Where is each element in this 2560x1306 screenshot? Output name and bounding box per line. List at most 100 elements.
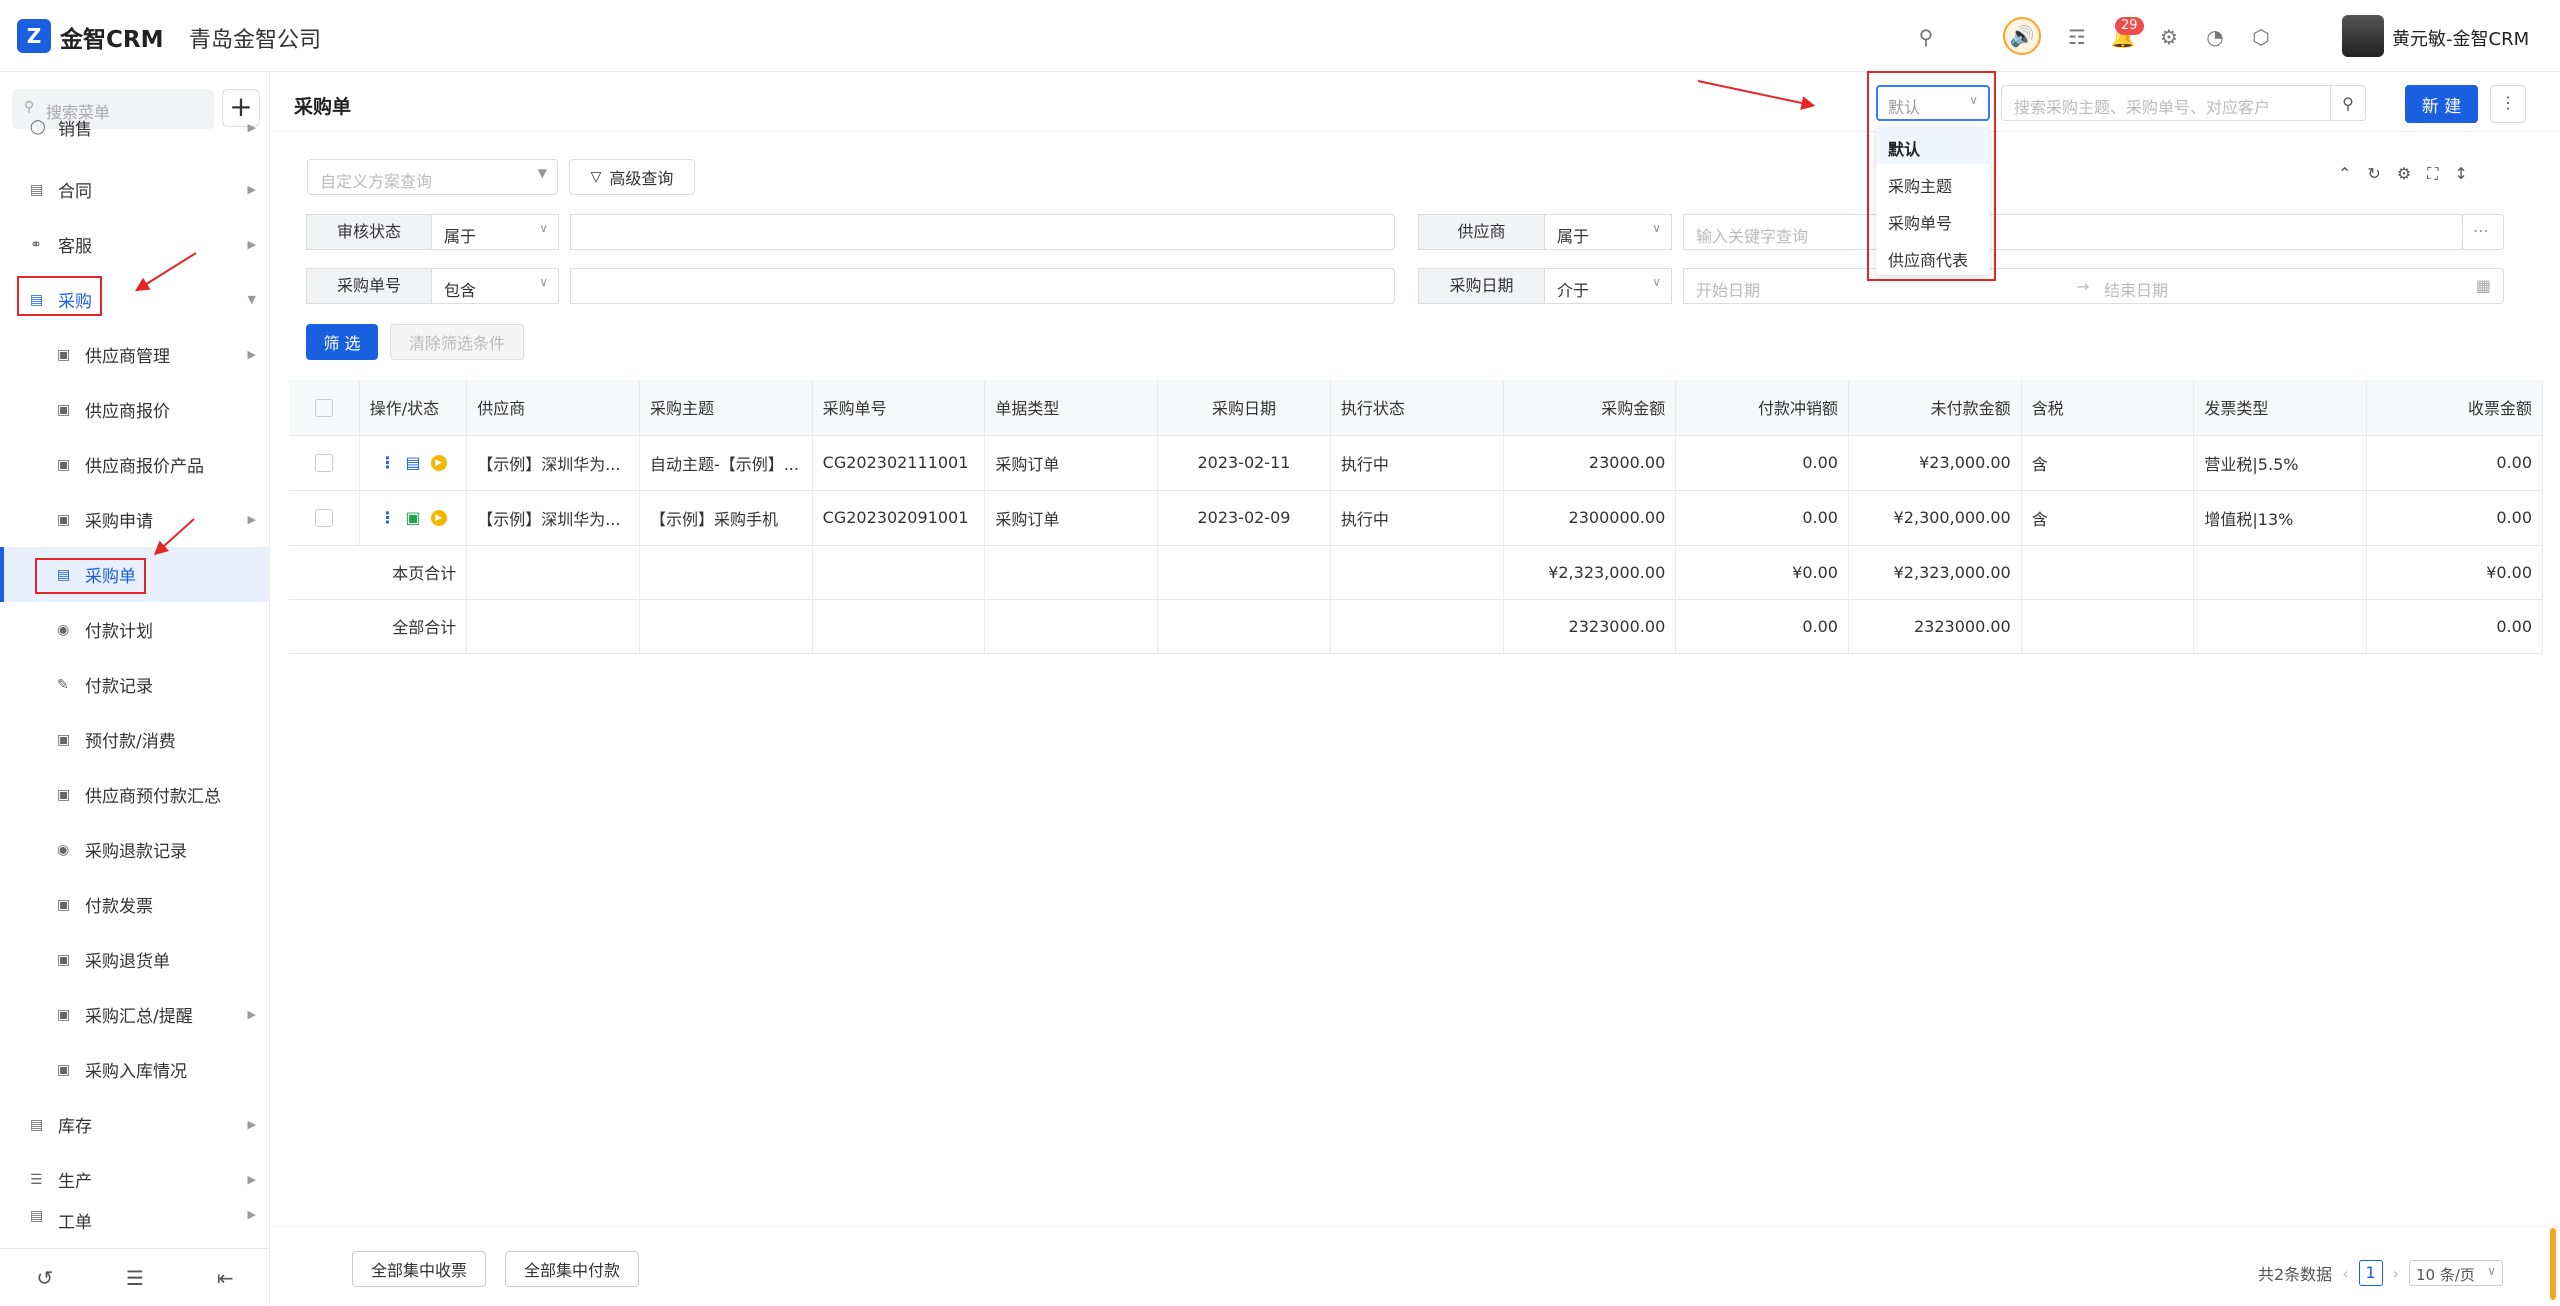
- sales-icon: ◯: [30, 119, 46, 135]
- sidebar-item-payment-plan[interactable]: ◉ 付款计划: [0, 602, 270, 657]
- supplier-link[interactable]: 【示例】深圳华为...: [466, 490, 640, 546]
- chevron-right-icon: ▶: [247, 238, 256, 251]
- avatar[interactable]: [2342, 15, 2384, 57]
- sidebar-item-return-order[interactable]: ▣ 采购退货单: [0, 932, 270, 987]
- speaker-icon[interactable]: 🔊: [2003, 17, 2041, 55]
- fullscreen-icon[interactable]: ⛶: [2427, 164, 2438, 184]
- filter-op-supplier[interactable]: 属于 ∨: [1544, 214, 1672, 250]
- edit-icon: ✎: [57, 676, 69, 693]
- sidebar-item-inventory[interactable]: ▤ 库存 ▶: [0, 1097, 270, 1152]
- sidebar-item-workorder[interactable]: ▤ 工单 ▶: [0, 1208, 270, 1234]
- history-icon[interactable]: ↺: [36, 1266, 53, 1290]
- operation-cell: ⋮ ▤ ▶: [359, 435, 468, 491]
- sidebar-item-payment-invoice[interactable]: ▣ 付款发票: [0, 877, 270, 932]
- contacts-icon[interactable]: ☶: [2064, 24, 2090, 50]
- date-range-input[interactable]: 开始日期 → 结束日期 ▦: [1683, 268, 2504, 304]
- row-checkbox[interactable]: [289, 490, 360, 546]
- table-row[interactable]: ⋮ ▤ ▶ 【示例】深圳华为... 自动主题-【示例】... CG202302111…: [289, 435, 2543, 491]
- col-invoice-type[interactable]: 发票类型: [2193, 380, 2368, 436]
- pie-chart-icon[interactable]: ◔: [2202, 24, 2228, 50]
- scheme-select[interactable]: 自定义方案查询 ▼: [307, 159, 558, 195]
- gear-icon[interactable]: ⚙: [2156, 24, 2182, 50]
- all-total-label: 全部合计: [289, 599, 468, 654]
- sidebar-item-production[interactable]: ☰ 生产 ▶: [0, 1152, 270, 1207]
- col-doc-type[interactable]: 单据类型: [984, 380, 1159, 436]
- filter-value-order-no[interactable]: [570, 268, 1395, 304]
- page-size-select[interactable]: 10 条/页 ∨: [2409, 1260, 2503, 1286]
- table-row[interactable]: ⋮ ▣ ▶ 【示例】深圳华为... 【示例】采购手机 CG202302091001 …: [289, 490, 2543, 546]
- logo-icon: Z: [17, 19, 51, 53]
- summary-icon: ▣: [57, 786, 71, 803]
- col-tax[interactable]: 含税: [2021, 380, 2195, 436]
- play-icon[interactable]: ▶: [430, 454, 447, 471]
- col-amount[interactable]: 采购金额: [1503, 380, 1677, 436]
- play-icon[interactable]: ▶: [430, 509, 447, 526]
- app-name: 金智CRM: [60, 27, 164, 53]
- sidebar-item-supplier-quote[interactable]: ▣ 供应商报价: [0, 382, 270, 437]
- col-offset[interactable]: 付款冲销额: [1675, 380, 1849, 436]
- filter-value-supplier[interactable]: 输入关键字查询: [1683, 214, 2463, 250]
- collapse-icon[interactable]: ⌃: [2338, 164, 2351, 184]
- filter-op-purchase-date[interactable]: 介于 ∨: [1544, 268, 1672, 304]
- sidebar-item-supplier-quote-product[interactable]: ▣ 供应商报价产品: [0, 437, 270, 492]
- filter-op-value: 属于: [1557, 227, 1590, 246]
- user-name[interactable]: 黄元敏-金智CRM: [2392, 25, 2529, 51]
- sidebar-item-purchase-summary[interactable]: ▣ 采购汇总/提醒 ▶: [0, 987, 270, 1042]
- sidebar-item-refund-record[interactable]: ◉ 采购退款记录: [0, 822, 270, 877]
- filter-op-order-no[interactable]: 包含 ∨: [431, 268, 559, 304]
- more-vertical-icon[interactable]: ⋮: [379, 508, 395, 527]
- clear-filter-button[interactable]: 清除筛选条件: [390, 324, 524, 360]
- height-icon[interactable]: ↕: [2454, 164, 2467, 184]
- col-received[interactable]: 收票金额: [2366, 380, 2543, 436]
- select-all-checkbox[interactable]: [289, 380, 360, 436]
- prev-page-icon[interactable]: ‹: [2342, 1264, 2348, 1283]
- lock-icon[interactable]: ▣: [405, 508, 420, 527]
- sidebar-item-prepayment-summary[interactable]: ▣ 供应商预付款汇总: [0, 767, 270, 822]
- search-input[interactable]: 搜索采购主题、采购单号、对应客户: [2001, 85, 2331, 121]
- sidebar-item-label: 采购退货单: [85, 952, 170, 972]
- supplier-link[interactable]: 【示例】深圳华为...: [466, 435, 640, 491]
- more-options-button[interactable]: ⋮: [2490, 85, 2526, 123]
- filter-value-audit-status[interactable]: [570, 214, 1395, 250]
- plan-icon: ◉: [57, 621, 70, 638]
- filter-op-audit-status[interactable]: 属于 ∨: [431, 214, 559, 250]
- col-subject[interactable]: 采购主题: [639, 380, 813, 436]
- search-icon[interactable]: ⚲: [1913, 24, 1939, 50]
- pay-all-button[interactable]: 全部集中付款: [505, 1251, 639, 1287]
- new-button[interactable]: 新 建: [2405, 85, 2478, 123]
- col-unpaid[interactable]: 未付款金额: [1848, 380, 2022, 436]
- more-vertical-icon[interactable]: ⋮: [379, 453, 395, 472]
- col-supplier[interactable]: 供应商: [466, 380, 640, 436]
- sidebar-item-contract[interactable]: ▤ 合同 ▶: [0, 162, 270, 217]
- advanced-query-button[interactable]: ▽ 高级查询: [569, 159, 695, 195]
- sidebar-item-service[interactable]: ⚭ 客服 ▶: [0, 217, 270, 272]
- collect-invoices-button[interactable]: 全部集中收票: [352, 1251, 486, 1287]
- company-name[interactable]: 青岛金智公司: [189, 22, 321, 54]
- filter-button[interactable]: 筛 选: [306, 324, 378, 360]
- row-checkbox[interactable]: [289, 435, 360, 491]
- sliders-icon[interactable]: ☰: [126, 1266, 144, 1290]
- invoice-type: 增值税|13%: [2193, 490, 2368, 546]
- page-number[interactable]: 1: [2358, 1260, 2383, 1286]
- sidebar-item-supplier-mgmt[interactable]: ▣ 供应商管理 ▶: [0, 327, 270, 382]
- subject-link[interactable]: 【示例】采购手机: [639, 490, 813, 546]
- scrollbar[interactable]: [2550, 1228, 2556, 1300]
- col-status[interactable]: 执行状态: [1330, 380, 1504, 436]
- col-date[interactable]: 采购日期: [1157, 380, 1331, 436]
- subject-link[interactable]: 自动主题-【示例】...: [639, 435, 813, 491]
- sidebar-item-prepayment[interactable]: ▣ 预付款/消费: [0, 712, 270, 767]
- sidebar-item-sales[interactable]: ◯ 销售 ▶: [0, 112, 270, 142]
- refresh-icon[interactable]: ↻: [2367, 164, 2380, 184]
- next-page-icon[interactable]: ›: [2393, 1264, 2399, 1283]
- supplier-picker-button[interactable]: ⋯: [2462, 214, 2504, 250]
- settings-icon[interactable]: ⚙: [2397, 164, 2411, 184]
- sidebar-item-inbound-status[interactable]: ▣ 采购入库情况: [0, 1042, 270, 1097]
- search-button[interactable]: ⚲: [2330, 85, 2366, 121]
- col-order-no[interactable]: 采购单号: [812, 380, 986, 436]
- basket-icon[interactable]: ▤: [405, 453, 420, 472]
- cube-icon[interactable]: ⬡: [2248, 24, 2274, 50]
- menu-collapse-icon[interactable]: ⇤: [217, 1266, 234, 1290]
- sidebar-item-purchase-request[interactable]: ▣ 采购申请 ▶: [0, 492, 270, 547]
- unpaid-amount: ¥23,000.00: [1848, 435, 2022, 491]
- sidebar-item-payment-record[interactable]: ✎ 付款记录: [0, 657, 270, 712]
